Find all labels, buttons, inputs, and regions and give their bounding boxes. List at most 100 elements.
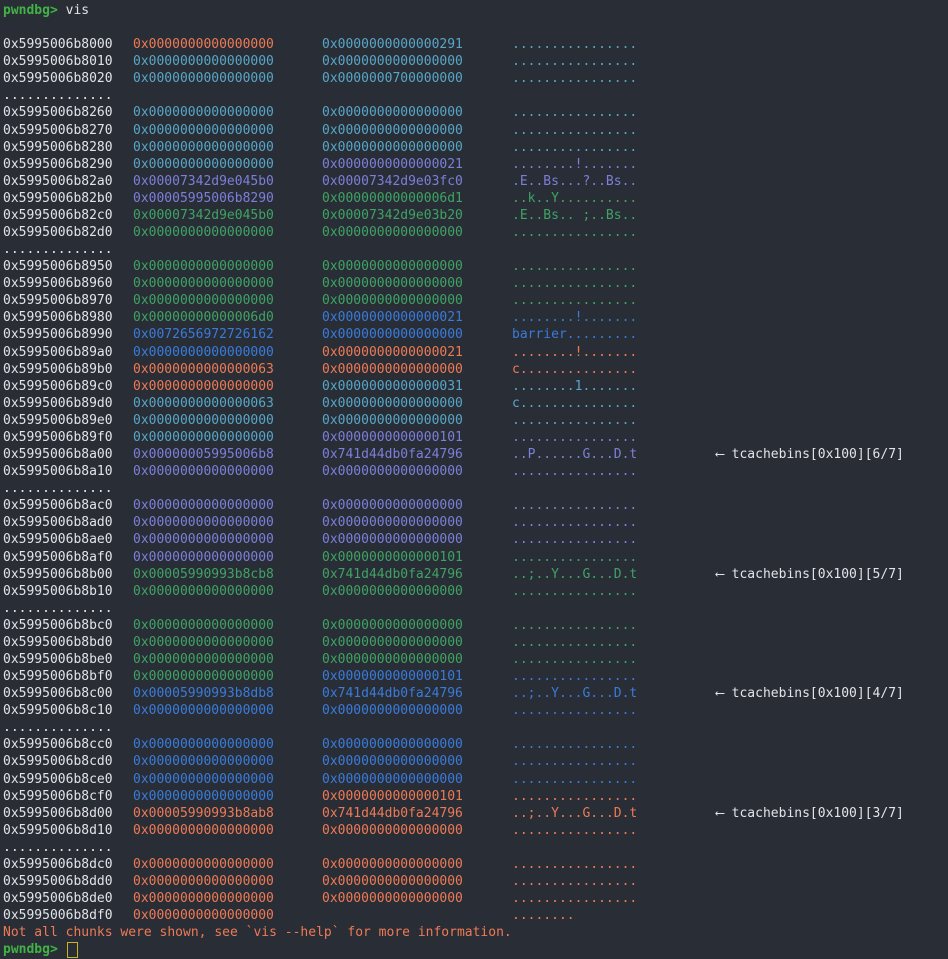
ascii-cell: ................: [512, 275, 716, 292]
memory-row: 0x5995006b80200x00000000000000000x000000…: [3, 70, 948, 87]
ascii-cell: ................: [512, 736, 716, 753]
address-cell: 0x5995006b8ad0: [3, 514, 133, 531]
value2-cell: 0x0000000000000000: [322, 771, 512, 788]
memory-row: 0x5995006b8de00x00000000000000000x000000…: [3, 890, 948, 907]
value1-cell: 0x0000000000000000: [133, 429, 322, 446]
value2-cell: 0x0000000000000000: [322, 890, 512, 907]
value2-cell: 0x0000000000000000: [322, 822, 512, 839]
address-cell: 0x5995006b8bc0: [3, 617, 133, 634]
value1-cell: 0x0000000000000000: [133, 53, 322, 70]
address-cell: 0x5995006b8cd0: [3, 753, 133, 770]
address-cell: 0x5995006b89c0: [3, 378, 133, 395]
address-cell: 0x5995006b8c00: [3, 685, 133, 702]
value1-cell: 0x0000000000000000: [133, 771, 322, 788]
ascii-cell: ................: [512, 668, 716, 685]
ascii-cell: ................: [512, 822, 716, 839]
ascii-cell: ................: [512, 617, 716, 634]
value1-cell: 0x0000000000000000: [133, 463, 322, 480]
ascii-cell: ................: [512, 258, 716, 275]
ascii-cell: ........!.......: [512, 309, 716, 326]
ascii-cell: ................: [512, 292, 716, 309]
ascii-cell: c...............: [512, 395, 716, 412]
address-cell: 0x5995006b8c10: [3, 702, 133, 719]
ellipsis-line: ..............: [3, 480, 948, 497]
memory-row: 0x5995006b89800x00000000000006d00x000000…: [3, 309, 948, 326]
ascii-cell: ................: [512, 463, 716, 480]
command-line: pwndbg> vis: [3, 2, 948, 19]
memory-row: 0x5995006b8bf00x00000000000000000x000000…: [3, 668, 948, 685]
value2-cell: 0x741d44db0fa24796: [322, 566, 512, 583]
memory-row: 0x5995006b89e00x00000000000000000x000000…: [3, 412, 948, 429]
address-cell: 0x5995006b8cc0: [3, 736, 133, 753]
address-cell: 0x5995006b8960: [3, 275, 133, 292]
address-cell: 0x5995006b89a0: [3, 344, 133, 361]
value1-cell: 0x00000005995006b8: [133, 446, 322, 463]
memory-row: 0x5995006b89900x00726569727261620x000000…: [3, 326, 948, 343]
value1-cell: 0x0000000000000000: [133, 617, 322, 634]
value1-cell: 0x0000000000000000: [133, 156, 322, 173]
address-cell: 0x5995006b8b10: [3, 583, 133, 600]
value2-cell: 0x0000000000000000: [322, 531, 512, 548]
value2-cell: 0x00007342d9e03b20: [322, 207, 512, 224]
prompt-label: pwndbg>: [3, 941, 58, 958]
terminal-window: pwndbg> vis 0x5995006b80000x000000000000…: [0, 0, 948, 958]
value1-cell: 0x0000000000000000: [133, 873, 322, 890]
value2-cell: 0x0000000000000000: [322, 412, 512, 429]
value2-cell: 0x0000000000000101: [322, 549, 512, 566]
value2-cell: 0x0000000000000000: [322, 224, 512, 241]
memory-row: 0x5995006b8cf00x00000000000000000x000000…: [3, 788, 948, 805]
ascii-cell: ................: [512, 531, 716, 548]
ellipsis-dots: ..............: [3, 480, 113, 497]
value2-cell: 0x0000000000000000: [322, 53, 512, 70]
ascii-cell: ................: [512, 890, 716, 907]
memory-row: 0x5995006b80000x00000000000000000x000000…: [3, 36, 948, 53]
ascii-cell: ........!.......: [512, 156, 716, 173]
memory-row: 0x5995006b82600x00000000000000000x000000…: [3, 104, 948, 121]
address-cell: 0x5995006b8bf0: [3, 668, 133, 685]
ascii-cell: ................: [512, 753, 716, 770]
ascii-cell: ................: [512, 70, 716, 87]
memory-row: 0x5995006b8ae00x00000000000000000x000000…: [3, 531, 948, 548]
memory-row: 0x5995006b8cc00x00000000000000000x000000…: [3, 736, 948, 753]
ellipsis-dots: ..............: [3, 719, 113, 736]
value2-cell: 0x0000000000000000: [322, 258, 512, 275]
bin-note: ⟵ tcachebins[0x100][6/7]: [716, 446, 904, 463]
bin-note-label: tcachebins[0x100][3/7]: [724, 806, 904, 821]
memory-row: 0x5995006b8a100x00000000000000000x000000…: [3, 463, 948, 480]
ascii-cell: ................: [512, 514, 716, 531]
memory-row: 0x5995006b8dc00x00000000000000000x000000…: [3, 856, 948, 873]
value2-cell: 0x0000000000000000: [322, 292, 512, 309]
value1-cell: 0x0000000000000000: [133, 292, 322, 309]
memory-row: 0x5995006b8c100x00000000000000000x000000…: [3, 702, 948, 719]
address-cell: 0x5995006b89f0: [3, 429, 133, 446]
memory-row: 0x5995006b8ac00x00000000000000000x000000…: [3, 497, 948, 514]
ascii-cell: ................: [512, 497, 716, 514]
value1-cell: 0x0000000000000000: [133, 907, 322, 924]
command-text: vis: [66, 2, 89, 19]
memory-row: 0x5995006b89700x00000000000000000x000000…: [3, 292, 948, 309]
value1-cell: 0x0000000000000000: [133, 753, 322, 770]
ascii-cell: ................: [512, 788, 716, 805]
address-cell: 0x5995006b8df0: [3, 907, 133, 924]
value1-cell: 0x0000000000000000: [133, 702, 322, 719]
ascii-cell: ................: [512, 104, 716, 121]
address-cell: 0x5995006b8d00: [3, 805, 133, 822]
address-cell: 0x5995006b82a0: [3, 173, 133, 190]
value1-cell: 0x00005990993b8ab8: [133, 805, 322, 822]
memory-row: 0x5995006b8d100x00000000000000000x000000…: [3, 822, 948, 839]
address-cell: 0x5995006b8970: [3, 292, 133, 309]
memory-row: 0x5995006b89600x00000000000000000x000000…: [3, 275, 948, 292]
value1-cell: 0x0000000000000000: [133, 497, 322, 514]
value1-cell: 0x0000000000000000: [133, 412, 322, 429]
value2-cell: 0x0000000000000000: [322, 104, 512, 121]
ascii-cell: ..k..Y..........: [512, 190, 716, 207]
address-cell: 0x5995006b82d0: [3, 224, 133, 241]
value1-cell: 0x0000000000000000: [133, 736, 322, 753]
value2-cell: 0x741d44db0fa24796: [322, 446, 512, 463]
value1-cell: 0x00007342d9e045b0: [133, 207, 322, 224]
terminal-cursor[interactable]: [67, 942, 78, 958]
ascii-cell: ................: [512, 412, 716, 429]
address-cell: 0x5995006b8dd0: [3, 873, 133, 890]
value2-cell: 0x0000000000000000: [322, 361, 512, 378]
ascii-cell: ................: [512, 429, 716, 446]
